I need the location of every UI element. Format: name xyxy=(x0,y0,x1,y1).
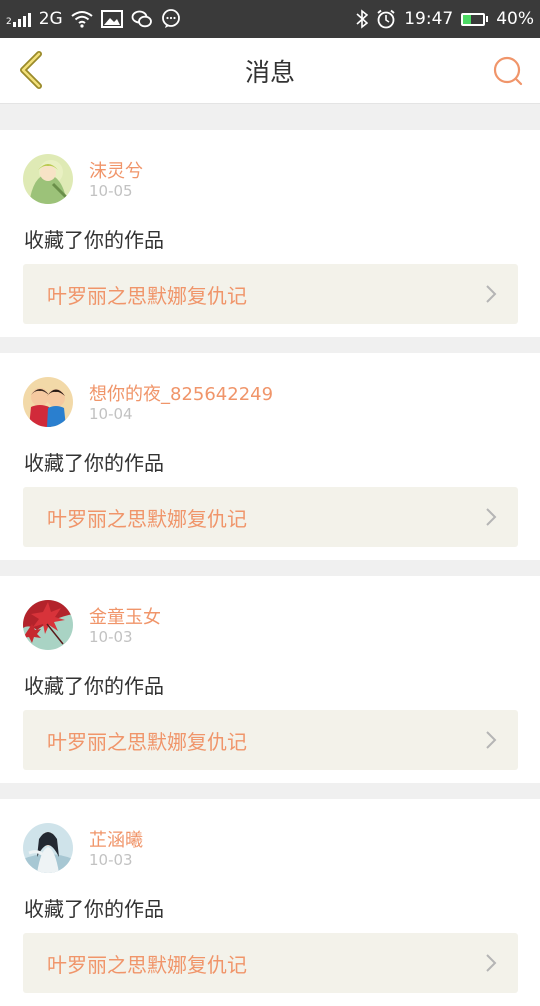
image-notification-icon xyxy=(100,10,123,28)
battery-percent: 40% xyxy=(496,9,534,29)
work-link[interactable]: 叶罗丽之思默娜复仇记 xyxy=(23,487,518,547)
message-action: 收藏了你的作品 xyxy=(24,451,164,475)
work-title: 叶罗丽之思默娜复仇记 xyxy=(47,506,247,531)
user-avatar[interactable] xyxy=(23,154,73,204)
chevron-right-icon xyxy=(486,954,497,972)
chevron-right-icon xyxy=(486,285,497,303)
search-icon xyxy=(493,56,523,86)
message-date: 10-03 xyxy=(89,851,133,869)
alarm-icon xyxy=(376,9,396,29)
page-title: 消息 xyxy=(244,57,295,87)
message-date: 10-03 xyxy=(89,628,133,646)
chevron-right-icon xyxy=(486,731,497,749)
clock-time: 19:47 xyxy=(404,9,454,29)
bluetooth-icon xyxy=(356,9,369,29)
user-avatar[interactable] xyxy=(23,823,73,873)
message-action: 收藏了你的作品 xyxy=(24,897,164,921)
message-action: 收藏了你的作品 xyxy=(24,674,164,698)
work-link[interactable]: 叶罗丽之思默娜复仇记 xyxy=(23,933,518,993)
wechat-icon xyxy=(131,10,153,28)
message-date: 10-05 xyxy=(89,182,133,200)
username[interactable]: 金童玉女 xyxy=(89,603,161,629)
battery-icon xyxy=(461,12,489,26)
sim-number: 2 xyxy=(6,17,12,27)
work-title: 叶罗丽之思默娜复仇记 xyxy=(47,283,247,308)
message-card: 沫灵兮 10-05 收藏了你的作品 叶罗丽之思默娜复仇记 xyxy=(0,130,540,337)
fairy-avatar-icon xyxy=(23,823,73,873)
search-button[interactable] xyxy=(488,51,528,91)
message-card: 金童玉女 10-03 收藏了你的作品 叶罗丽之思默娜复仇记 xyxy=(0,576,540,783)
kids-kiss-avatar-icon xyxy=(23,377,73,427)
wifi-icon xyxy=(71,10,93,28)
status-bar: 2 2G 19:47 40% xyxy=(0,0,540,38)
username[interactable]: 芷涵曦 xyxy=(89,826,143,852)
work-title: 叶罗丽之思默娜复仇记 xyxy=(47,952,247,977)
chat-bubble-icon xyxy=(161,9,181,29)
username[interactable]: 沫灵兮 xyxy=(89,157,143,183)
username[interactable]: 想你的夜_825642249 xyxy=(89,380,273,406)
work-link[interactable]: 叶罗丽之思默娜复仇记 xyxy=(23,710,518,770)
sim-signal-icon: 2 xyxy=(6,11,31,27)
network-type: 2G xyxy=(38,9,63,29)
work-link[interactable]: 叶罗丽之思默娜复仇记 xyxy=(23,264,518,324)
message-card: 想你的夜_825642249 10-04 收藏了你的作品 叶罗丽之思默娜复仇记 xyxy=(0,353,540,560)
header-bar: 消息 xyxy=(0,38,540,104)
user-avatar[interactable] xyxy=(23,377,73,427)
red-maple-avatar-icon xyxy=(23,600,73,650)
chevron-right-icon xyxy=(486,508,497,526)
work-title: 叶罗丽之思默娜复仇记 xyxy=(47,729,247,754)
message-action: 收藏了你的作品 xyxy=(24,228,164,252)
anime-girl-avatar-icon xyxy=(23,154,73,204)
user-avatar[interactable] xyxy=(23,600,73,650)
message-date: 10-04 xyxy=(89,405,133,423)
message-card: 芷涵曦 10-03 收藏了你的作品 叶罗丽之思默娜复仇记 xyxy=(0,799,540,1006)
